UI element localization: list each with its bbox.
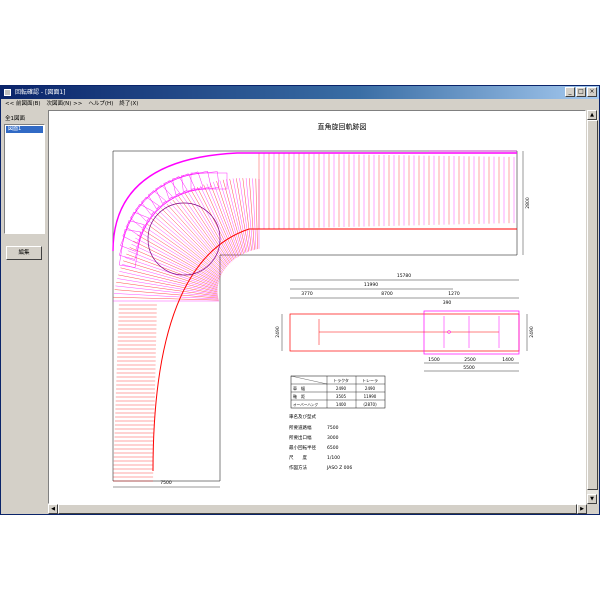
table-cell: 11990: [364, 394, 377, 399]
trailer-body: [289, 313, 520, 352]
sweep-line: [219, 180, 243, 255]
note-value: 7500: [327, 425, 339, 431]
scroll-right-button[interactable]: ▶: [577, 504, 587, 514]
road-width-dim: 7500: [160, 480, 172, 486]
sweep-line: [229, 178, 247, 253]
trailer-dim: 11990: [364, 282, 378, 288]
table-diagonal: [290, 375, 328, 385]
note-value: JASO Z 006: [326, 465, 352, 471]
table-cell: 2490: [336, 386, 347, 391]
vehicle-outline: [155, 173, 196, 204]
sweep-line: [200, 185, 236, 259]
sweep-line: [252, 178, 257, 250]
menu-exit[interactable]: 終了(X): [119, 99, 138, 109]
table-cell: 3505: [336, 394, 347, 399]
drawing-count-label: 全1図面: [5, 116, 25, 122]
app-icon: [4, 89, 11, 96]
vehicle-plan: 15780 11990 3770 8700 1270 390 2490 2490…: [275, 273, 535, 372]
sweep-line: [178, 196, 229, 266]
drawing-title: 直角旋回軌跡図: [318, 122, 367, 131]
sweep-line: [239, 178, 251, 252]
table-cell: オーバーハング: [293, 402, 318, 407]
sidebar: 全1図面 図面1 編集: [1, 110, 47, 514]
table-header: トラクタ: [333, 377, 349, 383]
table-cell: 2490: [365, 386, 376, 391]
drawing-canvas[interactable]: 直角旋回軌跡図 7500 2800 15780 11990 3770 8700: [48, 110, 586, 504]
notes-title: 車名及び型式: [289, 413, 316, 420]
rear-dim: 1270: [448, 291, 460, 297]
title-bar[interactable]: 回転確認 - [図面1] _ □ ×: [1, 86, 599, 99]
sweep-line: [181, 194, 230, 265]
sweep-line: [164, 206, 225, 270]
minimize-button[interactable]: _: [565, 87, 575, 97]
note-value: 1/100: [327, 455, 340, 461]
sweep-line: [161, 208, 224, 271]
turning-trajectory-drawing: 直角旋回軌跡図 7500 2800 15780 11990 3770 8700: [112, 122, 535, 488]
width-dim-right: 2490: [529, 326, 535, 338]
sweep-line: [184, 192, 231, 264]
sweep-line: [197, 187, 235, 260]
drawing-list[interactable]: 図面1: [4, 124, 45, 234]
road-right-dim: 2800: [525, 197, 531, 209]
sweep-line: [113, 297, 219, 301]
window-title: 回転確認 - [図面1]: [15, 89, 66, 96]
sweep-line: [113, 293, 219, 300]
note-label: 所要出口幅: [289, 434, 312, 441]
table-cell: 1400: [336, 402, 347, 407]
vertical-scroll-thumb[interactable]: [587, 120, 598, 490]
table-cell: 軸 距: [293, 393, 305, 399]
sweep-line: [124, 257, 218, 290]
wheelbase-dim: 8700: [381, 291, 393, 297]
scroll-left-button[interactable]: ◀: [48, 504, 58, 514]
spec-table: トラクタ トレーラ 車 幅 2490 2490 軸 距 3505 11990 オ…: [290, 375, 386, 409]
kingpin-gap-dim: 390: [443, 300, 452, 306]
list-item[interactable]: 図面1: [6, 126, 43, 133]
sweep-line: [169, 201, 226, 268]
tractor-body: [423, 310, 520, 355]
sweep-line: [150, 218, 222, 276]
sweep-line: [232, 178, 248, 253]
window-controls: _ □ ×: [565, 87, 597, 97]
rear-total-dim: 5500: [463, 365, 475, 371]
note-label: 所要道路幅: [289, 424, 312, 431]
axle2-dim: 2500: [464, 357, 476, 363]
horizontal-scroll-thumb[interactable]: [58, 504, 577, 514]
menu-next-drawing[interactable]: 次図面(N) >>: [47, 99, 83, 109]
scroll-up-button[interactable]: ▲: [587, 110, 597, 120]
overall-dim: 15780: [397, 273, 411, 279]
sweep-line: [158, 210, 224, 273]
sweep-line: [115, 285, 219, 298]
note-value: 6500: [327, 445, 339, 451]
edit-button[interactable]: 編集: [6, 246, 42, 260]
maximize-button[interactable]: □: [576, 87, 586, 97]
note-value: 3000: [327, 435, 339, 441]
axle3-dim: 1400: [502, 357, 514, 363]
inner-track-curve: [152, 228, 517, 472]
note-label: 作図方法: [289, 464, 307, 471]
vertical-scrollbar[interactable]: ▲ ▼: [587, 110, 598, 504]
menu-help[interactable]: ヘルプ(H): [88, 99, 113, 109]
note-label: 最小回転半径: [289, 444, 316, 451]
horizontal-scrollbar[interactable]: ◀ ▶: [48, 504, 587, 514]
sweep-line: [129, 247, 218, 286]
table-cell: 車 幅: [293, 385, 305, 391]
width-dim: 2490: [275, 326, 281, 338]
sweep-line: [203, 184, 237, 259]
tractor-dim: 3770: [301, 291, 313, 297]
scroll-down-button[interactable]: ▼: [587, 494, 597, 504]
vehicle-outline: [122, 203, 154, 244]
app-window: 回転確認 - [図面1] _ □ × << 前図面(B) 次図面(N) >> ヘ…: [0, 85, 600, 515]
table-header: トレーラ: [362, 377, 378, 383]
vehicle-outline: [181, 171, 220, 192]
note-label: 尺 度: [289, 454, 307, 461]
table-cell: (2870): [363, 402, 377, 407]
menu-bar: << 前図面(B) 次図面(N) >> ヘルプ(H) 終了(X): [1, 99, 599, 109]
spec-notes: 車名及び型式 所要道路幅 7500 所要出口幅 3000 最小回転半径 6500…: [289, 413, 352, 471]
menu-prev-drawing[interactable]: << 前図面(B): [5, 99, 41, 109]
axle1-dim: 1500: [428, 357, 440, 363]
close-button[interactable]: ×: [587, 87, 597, 97]
sweep-line: [255, 178, 258, 250]
sweep-line: [146, 223, 221, 278]
sweep-line: [148, 220, 221, 277]
